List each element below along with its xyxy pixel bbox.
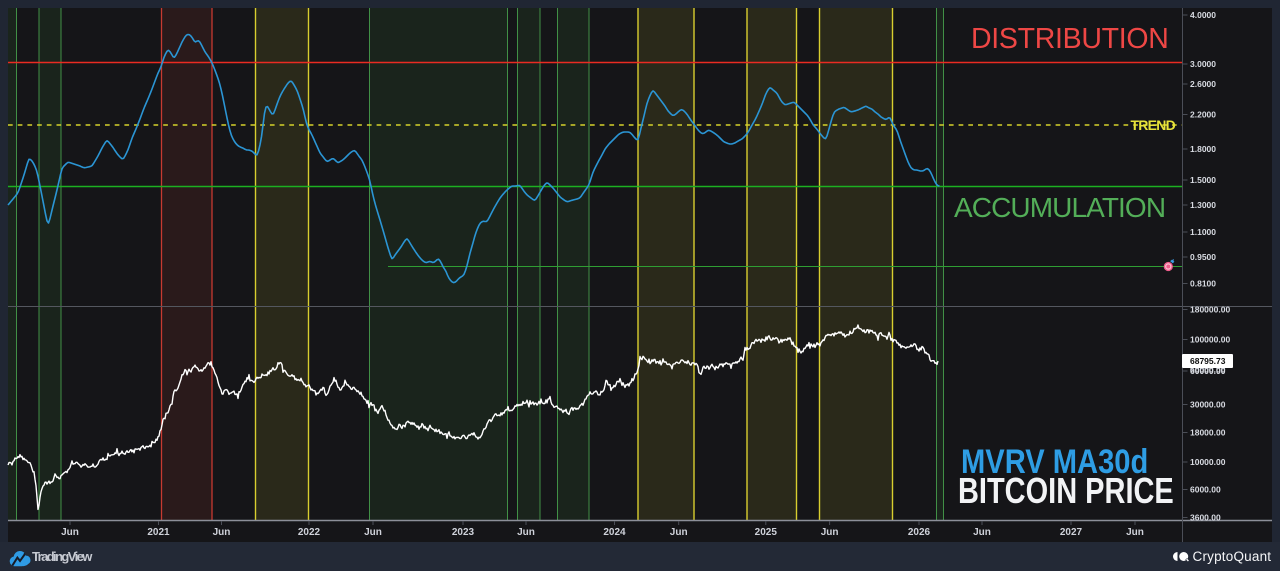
svg-text:100000.00: 100000.00 xyxy=(1190,335,1230,345)
svg-text:Jun: Jun xyxy=(973,527,991,538)
svg-text:68795.73: 68795.73 xyxy=(1190,356,1226,366)
svg-text:Jun: Jun xyxy=(517,527,535,538)
svg-text:2023: 2023 xyxy=(452,527,475,538)
svg-text:2022: 2022 xyxy=(298,527,321,538)
svg-text:2.2000: 2.2000 xyxy=(1190,110,1216,120)
svg-text:6000.00: 6000.00 xyxy=(1190,485,1221,495)
svg-text:1.1000: 1.1000 xyxy=(1190,227,1216,237)
svg-text:18000.00: 18000.00 xyxy=(1190,428,1226,438)
svg-text:1.3000: 1.3000 xyxy=(1190,200,1216,210)
svg-text:0.9500: 0.9500 xyxy=(1190,252,1216,262)
svg-text:2021: 2021 xyxy=(147,527,170,538)
svg-text:30000.00: 30000.00 xyxy=(1190,400,1226,410)
svg-text:Jun: Jun xyxy=(821,527,839,538)
svg-text:4.0000: 4.0000 xyxy=(1190,10,1216,20)
svg-text:3.0000: 3.0000 xyxy=(1190,59,1216,69)
svg-text:1.8000: 1.8000 xyxy=(1190,144,1216,154)
svg-text:Jun: Jun xyxy=(670,527,688,538)
svg-text:2024: 2024 xyxy=(603,527,626,538)
svg-text:2027: 2027 xyxy=(1060,527,1083,538)
svg-text:Jun: Jun xyxy=(61,527,79,538)
svg-text:2025: 2025 xyxy=(755,527,778,538)
svg-text:180000.00: 180000.00 xyxy=(1190,305,1230,315)
svg-text:2.6000: 2.6000 xyxy=(1190,79,1216,89)
svg-text:Jun: Jun xyxy=(364,527,382,538)
svg-text:Jun: Jun xyxy=(213,527,231,538)
svg-text:Jun: Jun xyxy=(1126,527,1144,538)
svg-text:2026: 2026 xyxy=(908,527,931,538)
svg-text:3600.00: 3600.00 xyxy=(1190,513,1221,523)
svg-text:1.5000: 1.5000 xyxy=(1190,175,1216,185)
svg-text:0.8100: 0.8100 xyxy=(1190,279,1216,289)
svg-text:10000.00: 10000.00 xyxy=(1190,457,1226,467)
